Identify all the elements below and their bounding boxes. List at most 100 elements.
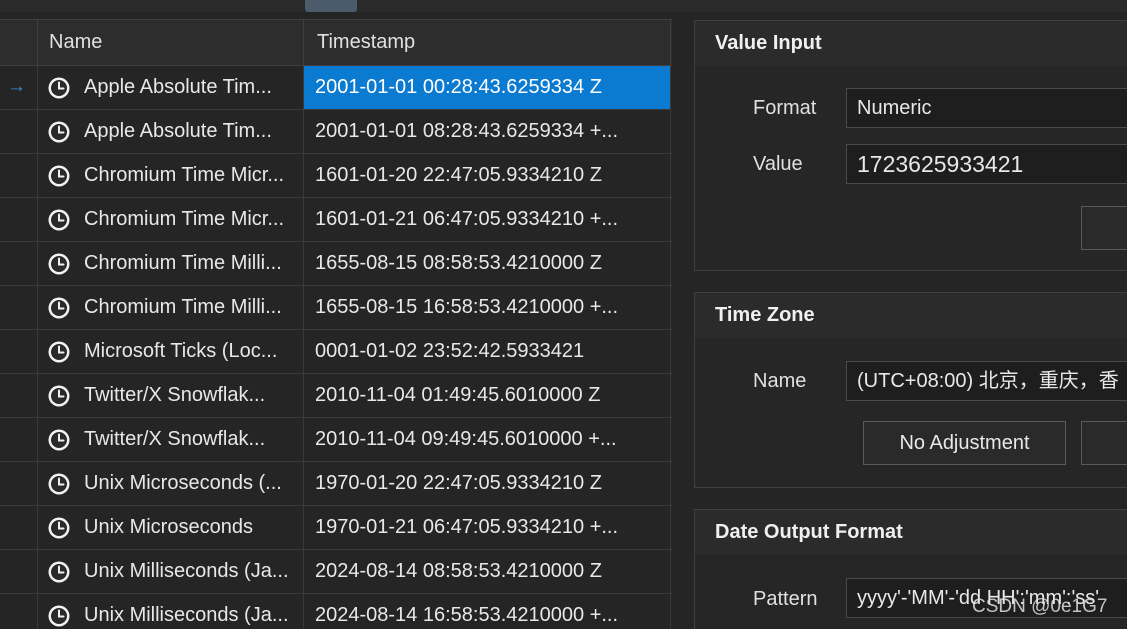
name-cell[interactable]: Unix Microseconds (... bbox=[38, 462, 304, 505]
format-name: Chromium Time Milli... bbox=[84, 252, 282, 274]
name-cell[interactable]: Unix Milliseconds (Ja... bbox=[38, 594, 304, 629]
grid-header: Name Timestamp bbox=[0, 20, 672, 66]
top-toolbar-strip bbox=[0, 0, 1127, 12]
timestamp-cell[interactable]: 2024-08-14 16:58:53.4210000 +... bbox=[304, 594, 671, 629]
table-row[interactable]: Twitter/X Snowflak... 2010-11-04 09:49:45… bbox=[0, 418, 672, 462]
pattern-label: Pattern bbox=[753, 588, 818, 610]
no-adjustment-button[interactable]: No Adjustment bbox=[863, 421, 1066, 465]
clock-icon bbox=[47, 120, 71, 144]
timestamp-cell[interactable]: 1970-01-21 06:47:05.9334210 +... bbox=[304, 506, 671, 549]
name-cell[interactable]: Twitter/X Snowflak... bbox=[38, 374, 304, 417]
name-cell[interactable]: Twitter/X Snowflak... bbox=[38, 418, 304, 461]
format-select[interactable]: Numeric bbox=[846, 88, 1127, 128]
timestamp-value: 1970-01-21 06:47:05.9334210 +... bbox=[315, 516, 619, 538]
timestamp-cell[interactable]: 2001-01-01 08:28:43.6259334 +... bbox=[304, 110, 671, 153]
clock-icon bbox=[47, 560, 71, 584]
table-row[interactable]: Unix Milliseconds (Ja... 2024-08-14 16:58… bbox=[0, 594, 672, 629]
timestamp-cell[interactable]: 1970-01-20 22:47:05.9334210 Z bbox=[304, 462, 671, 505]
name-cell[interactable]: Chromium Time Micr... bbox=[38, 154, 304, 197]
table-row[interactable]: Chromium Time Micr... 1601-01-21 06:47:05… bbox=[0, 198, 672, 242]
name-cell[interactable]: Apple Absolute Tim... bbox=[38, 110, 304, 153]
name-cell[interactable]: Microsoft Ticks (Loc... bbox=[38, 330, 304, 373]
row-indicator[interactable] bbox=[0, 594, 38, 629]
row-indicator[interactable] bbox=[0, 154, 38, 197]
row-indicator[interactable] bbox=[0, 110, 38, 153]
row-indicator[interactable] bbox=[0, 374, 38, 417]
row-indicator[interactable] bbox=[0, 418, 38, 461]
row-indicator[interactable] bbox=[0, 242, 38, 285]
format-name: Chromium Time Milli... bbox=[84, 296, 282, 318]
row-indicator[interactable] bbox=[0, 506, 38, 549]
timestamp-grid: Name Timestamp → Apple Absolute Tim... 200… bbox=[0, 19, 672, 629]
timestamp-value: 1655-08-15 08:58:53.4210000 Z bbox=[315, 252, 602, 274]
name-cell[interactable]: Unix Milliseconds (Ja... bbox=[38, 550, 304, 593]
value-input[interactable]: 1723625933421 bbox=[846, 144, 1127, 184]
value-label: Value bbox=[753, 153, 803, 175]
row-indicator-header bbox=[0, 20, 38, 65]
row-indicator[interactable] bbox=[0, 198, 38, 241]
row-indicator[interactable] bbox=[0, 286, 38, 329]
row-indicator[interactable] bbox=[0, 330, 38, 373]
timestamp-value: 2024-08-14 16:58:53.4210000 +... bbox=[315, 604, 619, 626]
row-indicator[interactable]: → bbox=[0, 66, 38, 109]
name-cell[interactable]: Unix Microseconds bbox=[38, 506, 304, 549]
time-zone-panel: Time Zone Name (UTC+08:00) 北京，重庆，香 No Ad… bbox=[694, 292, 1127, 488]
timestamp-cell[interactable]: 1655-08-15 08:58:53.4210000 Z bbox=[304, 242, 671, 285]
timestamp-cell[interactable]: 0001-01-02 23:52:42.5933421 bbox=[304, 330, 671, 373]
name-cell[interactable]: Chromium Time Milli... bbox=[38, 242, 304, 285]
format-label: Format bbox=[753, 97, 817, 119]
clock-icon bbox=[47, 164, 71, 188]
table-row[interactable]: Unix Microseconds 1970-01-21 06:47:05.933… bbox=[0, 506, 672, 550]
table-row[interactable]: → Apple Absolute Tim... 2001-01-01 00:28:4… bbox=[0, 66, 672, 110]
timestamp-cell[interactable]: 2001-01-01 00:28:43.6259334 Z bbox=[304, 66, 671, 109]
row-indicator[interactable] bbox=[0, 462, 38, 505]
clock-icon bbox=[47, 252, 71, 276]
timestamp-value: 0001-01-02 23:52:42.5933421 bbox=[315, 340, 585, 362]
format-name: Chromium Time Micr... bbox=[84, 164, 285, 186]
date-output-format-title: Date Output Format bbox=[695, 510, 1127, 555]
table-row[interactable]: Microsoft Ticks (Loc... 0001-01-02 23:52:… bbox=[0, 330, 672, 374]
row-indicator[interactable] bbox=[0, 550, 38, 593]
table-row[interactable]: Chromium Time Micr... 1601-01-20 22:47:05… bbox=[0, 154, 672, 198]
timestamp-value: 1601-01-21 06:47:05.9334210 +... bbox=[315, 208, 619, 230]
timestamp-cell[interactable]: 1601-01-21 06:47:05.9334210 +... bbox=[304, 198, 671, 241]
timestamp-cell[interactable]: 1655-08-15 16:58:53.4210000 +... bbox=[304, 286, 671, 329]
column-header-timestamp[interactable]: Timestamp bbox=[304, 20, 671, 65]
timestamp-cell[interactable]: 2024-08-14 08:58:53.4210000 Z bbox=[304, 550, 671, 593]
timestamp-cell[interactable]: 1601-01-20 22:47:05.9334210 Z bbox=[304, 154, 671, 197]
format-name: Twitter/X Snowflak... bbox=[84, 428, 266, 450]
toolbar-button[interactable] bbox=[305, 0, 357, 12]
timestamp-cell[interactable]: 2010-11-04 09:49:45.6010000 +... bbox=[304, 418, 671, 461]
timestamp-value: 2001-01-01 08:28:43.6259334 +... bbox=[315, 120, 619, 142]
clock-icon bbox=[47, 516, 71, 540]
table-row[interactable]: Unix Microseconds (... 1970-01-20 22:47:0… bbox=[0, 462, 672, 506]
value-action-button[interactable] bbox=[1081, 206, 1127, 250]
table-row[interactable]: Twitter/X Snowflak... 2010-11-04 01:49:45… bbox=[0, 374, 672, 418]
time-zone-title: Time Zone bbox=[695, 293, 1127, 338]
time-zone-secondary-button[interactable] bbox=[1081, 421, 1127, 465]
name-cell[interactable]: Chromium Time Milli... bbox=[38, 286, 304, 329]
table-row[interactable]: Chromium Time Milli... 1655-08-15 08:58:5… bbox=[0, 242, 672, 286]
clock-icon bbox=[47, 384, 71, 408]
timestamp-value: 2001-01-01 00:28:43.6259334 Z bbox=[315, 76, 602, 98]
clock-icon bbox=[47, 76, 71, 100]
format-name: Twitter/X Snowflak... bbox=[84, 384, 266, 406]
name-cell[interactable]: Chromium Time Micr... bbox=[38, 198, 304, 241]
clock-icon bbox=[47, 296, 71, 320]
name-cell[interactable]: Apple Absolute Tim... bbox=[38, 66, 304, 109]
value-input-panel: Value Input Format Numeric Value 1723625… bbox=[694, 20, 1127, 271]
format-name: Unix Microseconds bbox=[84, 516, 253, 538]
app-window: Name Timestamp → Apple Absolute Tim... 200… bbox=[0, 0, 1127, 629]
column-header-name[interactable]: Name bbox=[38, 20, 304, 65]
table-row[interactable]: Chromium Time Milli... 1655-08-15 16:58:5… bbox=[0, 286, 672, 330]
format-name: Unix Milliseconds (Ja... bbox=[84, 604, 289, 626]
timestamp-cell[interactable]: 2010-11-04 01:49:45.6010000 Z bbox=[304, 374, 671, 417]
timestamp-value: 2010-11-04 09:49:45.6010000 +... bbox=[315, 428, 617, 450]
timestamp-value: 2010-11-04 01:49:45.6010000 Z bbox=[315, 384, 601, 406]
current-row-arrow-icon: → bbox=[7, 76, 26, 97]
table-row[interactable]: Unix Milliseconds (Ja... 2024-08-14 08:58… bbox=[0, 550, 672, 594]
time-zone-select[interactable]: (UTC+08:00) 北京，重庆，香 bbox=[846, 361, 1127, 401]
table-row[interactable]: Apple Absolute Tim... 2001-01-01 08:28:43… bbox=[0, 110, 672, 154]
format-name: Chromium Time Micr... bbox=[84, 208, 285, 230]
clock-icon bbox=[47, 340, 71, 364]
